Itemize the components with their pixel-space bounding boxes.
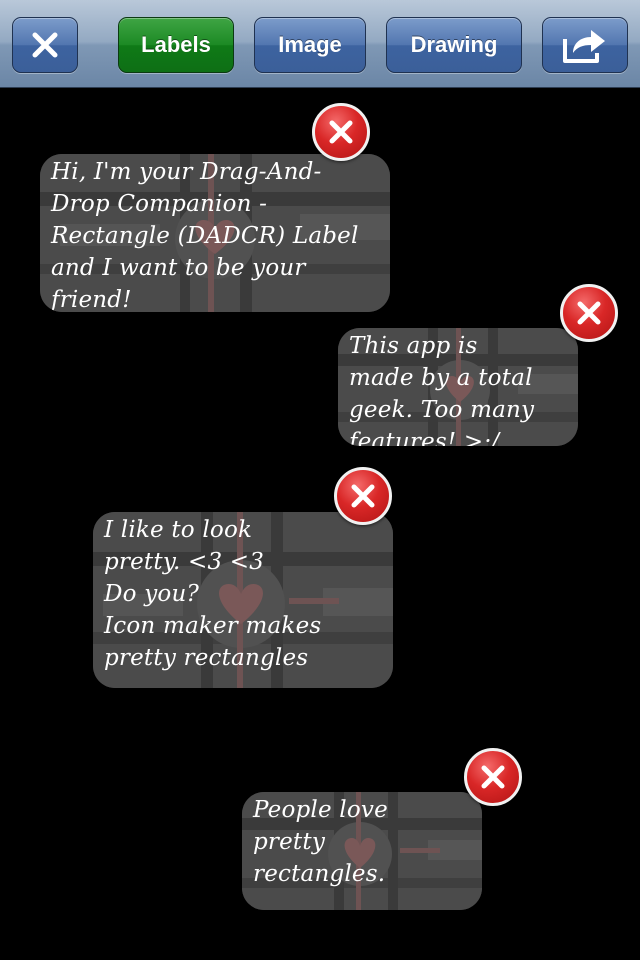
delete-label-button[interactable] [464,748,522,806]
x-mark-icon [577,301,601,325]
x-mark-icon [329,120,353,144]
label-text: This app is made by a total geek. Too ma… [349,333,535,446]
delete-label-button[interactable] [334,467,392,525]
label-text: I like to look pretty. <3 <3 Do you? Ico… [104,517,322,671]
label-card[interactable]: This app is made by a total geek. Too ma… [338,328,578,446]
delete-label-button[interactable] [312,103,370,161]
top-toolbar: Labels Image Drawing [0,0,640,88]
share-button[interactable] [542,17,628,73]
x-mark-icon [351,484,375,508]
label-text: Hi, I'm your Drag-And- Drop Companion - … [51,159,359,312]
label-card[interactable]: People love pretty rectangles. [242,792,482,910]
label-card[interactable]: Hi, I'm your Drag-And- Drop Companion - … [40,154,390,312]
app-screen: Labels Image Drawing Hi, I'm your Drag-A… [0,0,640,960]
share-export-icon [563,30,605,63]
x-mark-icon [481,765,505,789]
tab-drawing[interactable]: Drawing [386,17,522,73]
close-x-icon [32,32,58,58]
delete-label-button[interactable] [560,284,618,342]
label-text: People love pretty rectangles. [253,797,388,887]
tab-labels[interactable]: Labels [118,17,234,73]
close-button[interactable] [12,17,78,73]
label-card[interactable]: I like to look pretty. <3 <3 Do you? Ico… [93,512,393,688]
tab-image[interactable]: Image [254,17,366,73]
